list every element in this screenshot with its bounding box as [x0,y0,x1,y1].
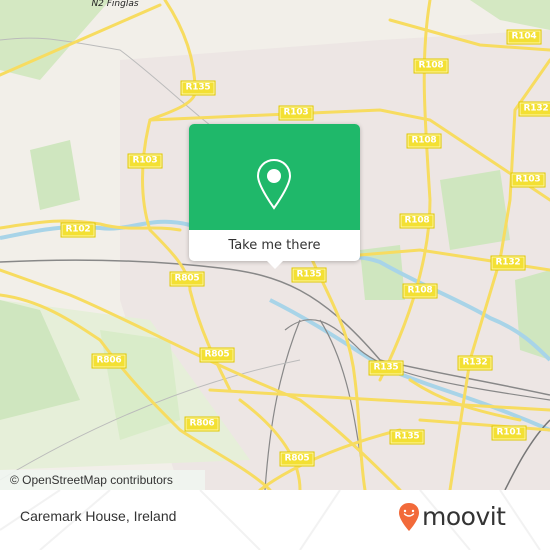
take-me-there-button[interactable]: Take me there [189,230,360,261]
popup-header [189,124,360,230]
road-label-r805: R805 [199,347,235,363]
road-label-r102: R102 [60,222,96,238]
road-label-r103: R103 [510,172,546,188]
road-label-r805: R805 [169,271,205,287]
road-label-r108: R108 [406,133,442,149]
moovit-wordmark: moovit [422,502,506,531]
place-label-finglas: N2 Finglas [91,0,139,9]
road-label-r108: R108 [413,58,449,74]
location-pin-icon [256,158,292,210]
road-label-r135: R135 [389,429,425,445]
place-name: Caremark House, Ireland [20,508,177,524]
road-label-r805: R805 [279,451,315,467]
moovit-pin-icon [399,503,419,531]
moovit-logo[interactable]: moovit [398,502,506,532]
map[interactable]: N2 Finglas R135 R103 R108 R104 R108 R132… [0,0,550,490]
road-label-r103: R103 [278,105,314,121]
road-label-r108: R108 [399,213,435,229]
road-label-r104: R104 [506,29,542,45]
road-label-r108: R108 [402,283,438,299]
map-attribution[interactable]: © OpenStreetMap contributors [0,470,205,490]
popup-tail [267,261,283,269]
road-label-r132: R132 [490,255,526,271]
road-label-r132: R132 [457,355,493,371]
road-label-r135: R135 [291,267,327,283]
road-label-r806: R806 [91,353,127,369]
footer: Caremark House, Ireland moovit [0,490,550,550]
road-label-r135: R135 [180,80,216,96]
road-label-r101: R101 [491,425,527,441]
road-label-r806: R806 [184,416,220,432]
road-label-r103: R103 [127,153,163,169]
road-label-r132: R132 [518,101,550,117]
location-popup: Take me there [189,124,360,269]
road-label-r135: R135 [368,360,404,376]
